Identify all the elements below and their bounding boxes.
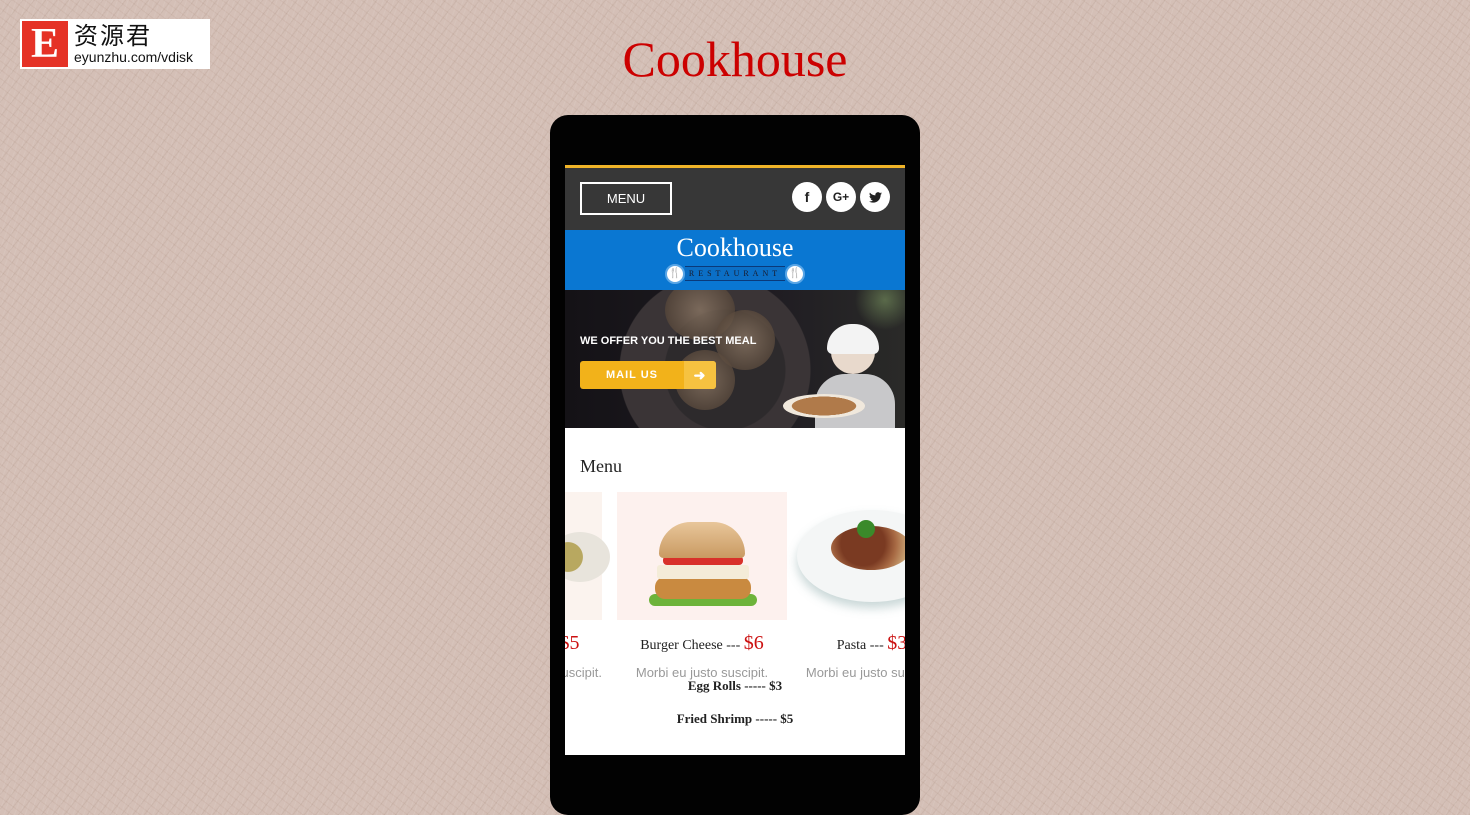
- brand-subtitle-text: RESTAURANT: [684, 266, 786, 281]
- arrow-right-icon: ➜: [684, 361, 716, 389]
- brand-name[interactable]: Cookhouse: [565, 230, 905, 263]
- menu-section-title: Menu: [580, 456, 622, 476]
- social-links: f G+: [792, 182, 890, 212]
- page-title: Cookhouse: [622, 31, 848, 87]
- menu-card[interactable]: Pasta --- $3 Morbi eu justo suscipit.: [787, 492, 905, 680]
- facebook-icon[interactable]: f: [792, 182, 822, 212]
- menu-list-item: Fried Shrimp ----- $5: [676, 711, 794, 726]
- dish-image: [565, 492, 610, 620]
- dish-description: Morbi eu justo suscipit.: [565, 665, 602, 680]
- hero-banner: WE OFFER YOU THE BEST MEAL MAIL US ➜: [565, 290, 905, 428]
- menu-button[interactable]: MENU: [580, 182, 672, 215]
- mail-us-label: MAIL US: [605, 369, 659, 381]
- dish-image: [617, 492, 787, 620]
- brand-header: Cookhouse 🍴 RESTAURANT 🍴: [565, 230, 905, 290]
- brand-subtitle: 🍴 RESTAURANT 🍴: [664, 263, 806, 284]
- phone-frame-bottom: [550, 755, 920, 780]
- top-bar: MENU f G+: [565, 165, 905, 230]
- fork-knife-icon: 🍴: [664, 263, 685, 284]
- phone-screen[interactable]: MENU f G+ Cookhouse 🍴 RESTAURANT 🍴 WE OF…: [565, 165, 905, 755]
- hero-headline: WE OFFER YOU THE BEST MEAL: [580, 335, 757, 347]
- dish-name: Pasta ---: [836, 638, 884, 653]
- chef-plate-image: [783, 394, 865, 418]
- dish-image: [787, 492, 905, 620]
- dish-price: $5: [565, 632, 580, 654]
- twitter-icon[interactable]: [860, 182, 890, 212]
- dish-name: Burger Cheese ---: [640, 638, 741, 653]
- menu-carousel[interactable]: $5 Morbi eu justo suscipit. Burger Chees…: [565, 492, 905, 682]
- dish-description: Morbi eu justo suscipit.: [635, 665, 769, 680]
- menu-card[interactable]: $5 Morbi eu justo suscipit.: [565, 492, 610, 680]
- google-plus-icon[interactable]: G+: [826, 182, 856, 212]
- dish-description: Morbi eu justo suscipit.: [805, 665, 905, 680]
- menu-list: Egg Rolls ----- $3 Fried Shrimp ----- $5: [565, 676, 905, 742]
- fork-knife-icon: 🍴: [785, 263, 806, 284]
- menu-card[interactable]: Burger Cheese --- $6 Morbi eu justo susc…: [617, 492, 787, 680]
- dish-price: $6: [743, 632, 764, 654]
- dish-price: $3: [887, 632, 905, 654]
- mail-us-button[interactable]: MAIL US ➜: [580, 361, 716, 389]
